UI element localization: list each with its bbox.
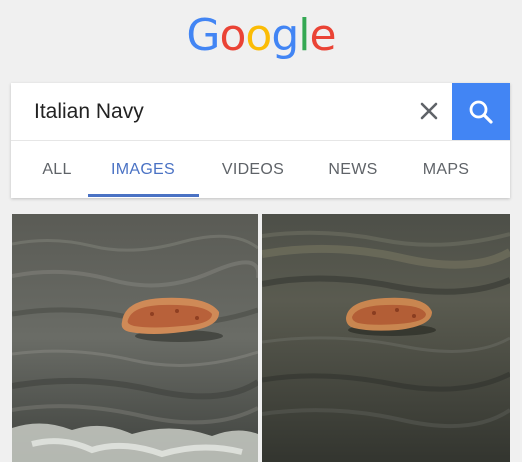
logo-letter: o xyxy=(245,10,272,61)
tab-news[interactable]: NEWS xyxy=(317,141,389,198)
clear-search-button[interactable] xyxy=(409,91,449,131)
image-result[interactable] xyxy=(12,214,258,462)
logo-letter: o xyxy=(219,10,247,61)
logo-letter: e xyxy=(309,10,337,61)
search-input[interactable] xyxy=(11,83,452,140)
search-tabs: ALL IMAGES VIDEOS NEWS MAPS xyxy=(11,141,510,198)
search-bar xyxy=(11,83,510,140)
pizza-on-water-image xyxy=(262,214,510,462)
image-result[interactable] xyxy=(262,214,510,462)
logo-letter: l xyxy=(298,10,310,61)
search-button[interactable] xyxy=(452,83,510,140)
tab-all[interactable]: ALL xyxy=(25,141,89,198)
pizza-on-water-image xyxy=(12,214,258,462)
tab-videos[interactable]: VIDEOS xyxy=(211,141,295,198)
tab-maps[interactable]: MAPS xyxy=(409,141,483,198)
active-tab-indicator xyxy=(88,194,199,197)
search-icon xyxy=(469,100,493,124)
logo-letter: g xyxy=(271,10,299,61)
tab-images[interactable]: IMAGES xyxy=(97,141,189,198)
google-logo[interactable]: Google xyxy=(0,10,522,62)
close-icon xyxy=(420,102,438,120)
search-card: ALL IMAGES VIDEOS NEWS MAPS xyxy=(11,83,510,198)
logo-letter: G xyxy=(186,10,220,61)
